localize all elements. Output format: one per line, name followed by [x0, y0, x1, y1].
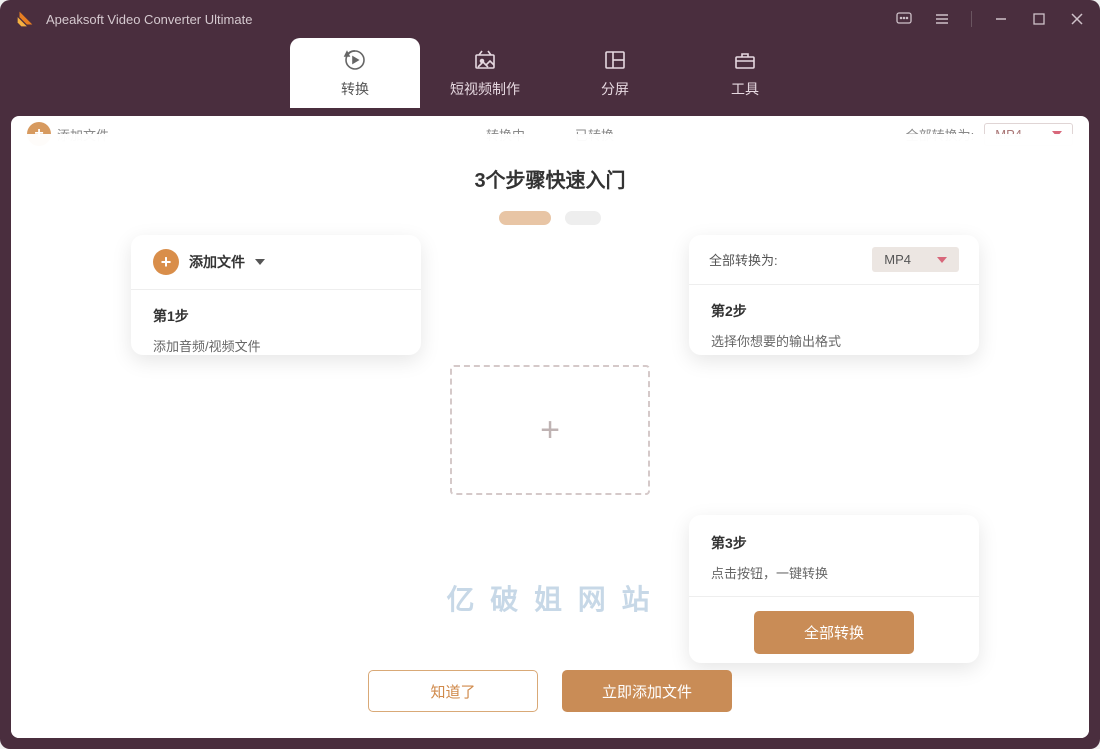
mv-icon	[472, 47, 498, 73]
step1-desc: 添加音频/视频文件	[153, 336, 399, 355]
main-tabs: 转换 短视频制作 分屏 工具	[0, 38, 1100, 108]
minimize-icon[interactable]	[992, 10, 1010, 28]
step3-desc: 点击按钮，一键转换	[711, 563, 957, 582]
window-controls	[895, 10, 1086, 28]
maximize-icon[interactable]	[1030, 10, 1048, 28]
tab-collage[interactable]: 分屏	[550, 38, 680, 108]
convert-all-button-label: 全部转换	[804, 625, 864, 642]
step2-desc: 选择你想要的输出格式	[711, 331, 957, 350]
chevron-down-icon	[937, 257, 947, 263]
step3-label: 第3步	[711, 533, 957, 553]
collage-icon	[602, 47, 628, 73]
step2-label: 第2步	[711, 301, 957, 321]
add-now-button[interactable]: 立即添加文件	[562, 670, 732, 712]
tutorial-card-2: 全部转换为: MP4 第2步 选择你想要的输出格式	[689, 235, 979, 355]
chevron-down-icon	[255, 259, 265, 265]
divider	[689, 596, 979, 597]
tutorial-card-3: 第3步 点击按钮，一键转换 全部转换	[689, 515, 979, 663]
feedback-icon[interactable]	[895, 10, 913, 28]
close-icon[interactable]	[1068, 10, 1086, 28]
tab-label: 工具	[731, 79, 759, 99]
tab-label: 分屏	[601, 79, 629, 99]
card2-header: 全部转换为: MP4	[689, 235, 979, 285]
tutorial-actions: 知道了 立即添加文件	[11, 670, 1089, 712]
tutorial-card-1: + 添加文件 第1步 添加音频/视频文件	[131, 235, 421, 355]
plus-large-icon: +	[540, 411, 560, 450]
tab-toolbox[interactable]: 工具	[680, 38, 810, 108]
ok-button-label: 知道了	[430, 681, 475, 702]
card2-header-label: 全部转换为:	[709, 250, 778, 269]
step-dot-2	[565, 211, 601, 225]
tab-label: 转换	[341, 79, 369, 99]
app-logo-icon	[14, 8, 36, 30]
convert-icon	[342, 47, 368, 73]
step-dot-1	[499, 211, 551, 225]
tutorial-title: 3个步骤快速入门	[474, 164, 625, 193]
app-window: Apeaksoft Video Converter Ultimate 转换 短视…	[0, 0, 1100, 749]
titlebar: Apeaksoft Video Converter Ultimate	[0, 0, 1100, 38]
convert-all-button[interactable]: 全部转换	[754, 611, 914, 654]
card2-format-value: MP4	[884, 252, 911, 267]
step1-label: 第1步	[153, 306, 399, 326]
tab-convert[interactable]: 转换	[290, 38, 420, 108]
toolbox-icon	[732, 47, 758, 73]
step-indicator	[499, 211, 601, 225]
app-title: Apeaksoft Video Converter Ultimate	[46, 12, 252, 27]
tutorial-cards: + 添加文件 第1步 添加音频/视频文件 全部转换为: MP4 第2步 选择你想…	[11, 235, 1089, 575]
tab-mv[interactable]: 短视频制作	[420, 38, 550, 108]
add-now-button-label: 立即添加文件	[602, 681, 692, 702]
menu-icon[interactable]	[933, 10, 951, 28]
card1-header-text: 添加文件	[189, 252, 245, 272]
divider	[971, 11, 972, 27]
plus-icon: +	[153, 249, 179, 275]
card2-format-select[interactable]: MP4	[872, 247, 959, 272]
dropzone[interactable]: +	[450, 365, 650, 495]
tutorial-overlay: 3个步骤快速入门 + 添加文件 第1步 添加音频/视频文件 全部转换为:	[11, 134, 1089, 738]
watermark-text: 亿 破 姐 网 站	[446, 578, 653, 618]
tab-label: 短视频制作	[450, 79, 520, 99]
card1-header[interactable]: + 添加文件	[131, 235, 421, 290]
ok-button[interactable]: 知道了	[368, 670, 538, 712]
